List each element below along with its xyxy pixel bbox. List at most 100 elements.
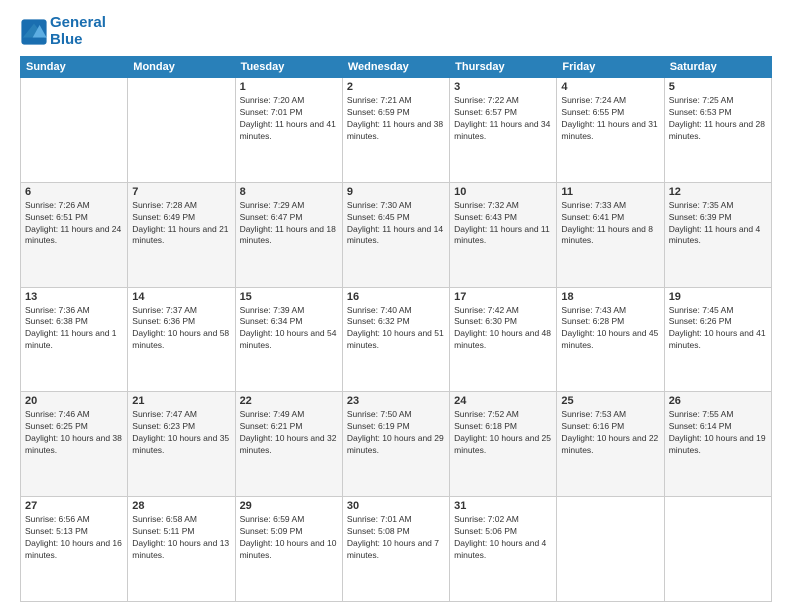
calendar-cell: 28 Sunrise: 6:58 AM Sunset: 5:11 PM Dayli… <box>128 497 235 602</box>
day-info: Sunrise: 7:45 AM Sunset: 6:26 PM Dayligh… <box>669 305 767 353</box>
calendar-cell: 30 Sunrise: 7:01 AM Sunset: 5:08 PM Dayli… <box>342 497 449 602</box>
day-info: Sunrise: 7:53 AM Sunset: 6:16 PM Dayligh… <box>561 409 659 457</box>
day-number: 11 <box>561 186 659 198</box>
day-info: Sunrise: 7:20 AM Sunset: 7:01 PM Dayligh… <box>240 95 338 143</box>
calendar-cell: 1 Sunrise: 7:20 AM Sunset: 7:01 PM Daylig… <box>235 78 342 183</box>
day-info: Sunrise: 7:21 AM Sunset: 6:59 PM Dayligh… <box>347 95 445 143</box>
calendar-header-saturday: Saturday <box>664 57 771 78</box>
day-info: Sunrise: 7:24 AM Sunset: 6:55 PM Dayligh… <box>561 95 659 143</box>
day-number: 8 <box>240 186 338 198</box>
calendar-cell: 3Sunrise: 7:22 AM Sunset: 6:57 PM Daylig… <box>450 78 557 183</box>
calendar-header-thursday: Thursday <box>450 57 557 78</box>
day-info: Sunrise: 6:58 AM Sunset: 5:11 PM Dayligh… <box>132 514 230 562</box>
day-number: 25 <box>561 395 659 407</box>
day-number: 21 <box>132 395 230 407</box>
calendar-cell: 16 Sunrise: 7:40 AM Sunset: 6:32 PM Dayli… <box>342 287 449 392</box>
page: General Blue SundayMondayTuesdayWednesda… <box>0 0 792 612</box>
calendar-week-5: 27 Sunrise: 6:56 AM Sunset: 5:13 PM Dayli… <box>21 497 772 602</box>
day-number: 5 <box>669 81 767 93</box>
calendar-cell: 24 Sunrise: 7:52 AM Sunset: 6:18 PM Dayli… <box>450 392 557 497</box>
day-info: Sunrise: 7:42 AM Sunset: 6:30 PM Dayligh… <box>454 305 552 353</box>
day-number: 14 <box>132 291 230 303</box>
calendar-header-wednesday: Wednesday <box>342 57 449 78</box>
day-info: Sunrise: 7:32 AM Sunset: 6:43 PM Dayligh… <box>454 200 552 248</box>
calendar-header-row: SundayMondayTuesdayWednesdayThursdayFrid… <box>21 57 772 78</box>
day-number: 2 <box>347 81 445 93</box>
day-number: 31 <box>454 500 552 512</box>
calendar-cell: 2 Sunrise: 7:21 AM Sunset: 6:59 PM Daylig… <box>342 78 449 183</box>
day-info: Sunrise: 7:39 AM Sunset: 6:34 PM Dayligh… <box>240 305 338 353</box>
day-number: 30 <box>347 500 445 512</box>
calendar-cell: 19 Sunrise: 7:45 AM Sunset: 6:26 PM Dayli… <box>664 287 771 392</box>
day-info: Sunrise: 7:37 AM Sunset: 6:36 PM Dayligh… <box>132 305 230 353</box>
day-number: 16 <box>347 291 445 303</box>
day-number: 3 <box>454 81 552 93</box>
calendar-cell: 29Sunrise: 6:59 AM Sunset: 5:09 PM Dayli… <box>235 497 342 602</box>
calendar-header-sunday: Sunday <box>21 57 128 78</box>
calendar-cell: 10 Sunrise: 7:32 AM Sunset: 6:43 PM Dayli… <box>450 182 557 287</box>
calendar-header-monday: Monday <box>128 57 235 78</box>
calendar-cell: 15 Sunrise: 7:39 AM Sunset: 6:34 PM Dayli… <box>235 287 342 392</box>
calendar-cell <box>21 78 128 183</box>
calendar-week-2: 6Sunrise: 7:26 AM Sunset: 6:51 PM Daylig… <box>21 182 772 287</box>
day-info: Sunrise: 7:55 AM Sunset: 6:14 PM Dayligh… <box>669 409 767 457</box>
calendar-cell: 27 Sunrise: 6:56 AM Sunset: 5:13 PM Dayli… <box>21 497 128 602</box>
day-number: 6 <box>25 186 123 198</box>
day-info: Sunrise: 7:02 AM Sunset: 5:06 PM Dayligh… <box>454 514 552 562</box>
calendar-cell: 12Sunrise: 7:35 AM Sunset: 6:39 PM Dayli… <box>664 182 771 287</box>
day-info: Sunrise: 6:56 AM Sunset: 5:13 PM Dayligh… <box>25 514 123 562</box>
header: General Blue <box>20 15 772 48</box>
day-number: 4 <box>561 81 659 93</box>
calendar-cell: 13 Sunrise: 7:36 AM Sunset: 6:38 PM Dayli… <box>21 287 128 392</box>
calendar-cell <box>664 497 771 602</box>
calendar-header-tuesday: Tuesday <box>235 57 342 78</box>
calendar-cell: 9Sunrise: 7:30 AM Sunset: 6:45 PM Daylig… <box>342 182 449 287</box>
calendar-cell <box>557 497 664 602</box>
calendar-cell: 21 Sunrise: 7:47 AM Sunset: 6:23 PM Dayli… <box>128 392 235 497</box>
calendar-cell: 4 Sunrise: 7:24 AM Sunset: 6:55 PM Daylig… <box>557 78 664 183</box>
day-info: Sunrise: 7:25 AM Sunset: 6:53 PM Dayligh… <box>669 95 767 143</box>
calendar-cell: 11 Sunrise: 7:33 AM Sunset: 6:41 PM Dayli… <box>557 182 664 287</box>
calendar-cell: 26 Sunrise: 7:55 AM Sunset: 6:14 PM Dayli… <box>664 392 771 497</box>
day-number: 24 <box>454 395 552 407</box>
calendar-cell: 5 Sunrise: 7:25 AM Sunset: 6:53 PM Daylig… <box>664 78 771 183</box>
day-info: Sunrise: 6:59 AM Sunset: 5:09 PM Dayligh… <box>240 514 338 562</box>
day-info: Sunrise: 7:50 AM Sunset: 6:19 PM Dayligh… <box>347 409 445 457</box>
day-number: 23 <box>347 395 445 407</box>
day-info: Sunrise: 7:28 AM Sunset: 6:49 PM Dayligh… <box>132 200 230 248</box>
calendar-week-3: 13 Sunrise: 7:36 AM Sunset: 6:38 PM Dayli… <box>21 287 772 392</box>
day-number: 10 <box>454 186 552 198</box>
day-info: Sunrise: 7:33 AM Sunset: 6:41 PM Dayligh… <box>561 200 659 248</box>
calendar-header-friday: Friday <box>557 57 664 78</box>
logo: General Blue <box>20 15 106 48</box>
calendar-table: SundayMondayTuesdayWednesdayThursdayFrid… <box>20 56 772 602</box>
day-number: 15 <box>240 291 338 303</box>
day-info: Sunrise: 7:01 AM Sunset: 5:08 PM Dayligh… <box>347 514 445 562</box>
calendar-cell: 14 Sunrise: 7:37 AM Sunset: 6:36 PM Dayli… <box>128 287 235 392</box>
day-number: 26 <box>669 395 767 407</box>
day-number: 28 <box>132 500 230 512</box>
day-number: 9 <box>347 186 445 198</box>
day-info: Sunrise: 7:49 AM Sunset: 6:21 PM Dayligh… <box>240 409 338 457</box>
day-number: 18 <box>561 291 659 303</box>
day-number: 13 <box>25 291 123 303</box>
day-info: Sunrise: 7:47 AM Sunset: 6:23 PM Dayligh… <box>132 409 230 457</box>
calendar-cell: 17 Sunrise: 7:42 AM Sunset: 6:30 PM Dayli… <box>450 287 557 392</box>
day-info: Sunrise: 7:43 AM Sunset: 6:28 PM Dayligh… <box>561 305 659 353</box>
calendar-cell: 6Sunrise: 7:26 AM Sunset: 6:51 PM Daylig… <box>21 182 128 287</box>
day-info: Sunrise: 7:40 AM Sunset: 6:32 PM Dayligh… <box>347 305 445 353</box>
day-number: 17 <box>454 291 552 303</box>
calendar-cell: 22 Sunrise: 7:49 AM Sunset: 6:21 PM Dayli… <box>235 392 342 497</box>
logo-icon <box>20 18 48 46</box>
day-info: Sunrise: 7:52 AM Sunset: 6:18 PM Dayligh… <box>454 409 552 457</box>
day-info: Sunrise: 7:46 AM Sunset: 6:25 PM Dayligh… <box>25 409 123 457</box>
day-number: 1 <box>240 81 338 93</box>
calendar-cell: 23 Sunrise: 7:50 AM Sunset: 6:19 PM Dayli… <box>342 392 449 497</box>
calendar-cell: 20Sunrise: 7:46 AM Sunset: 6:25 PM Dayli… <box>21 392 128 497</box>
calendar-cell: 8Sunrise: 7:29 AM Sunset: 6:47 PM Daylig… <box>235 182 342 287</box>
day-info: Sunrise: 7:36 AM Sunset: 6:38 PM Dayligh… <box>25 305 123 353</box>
day-number: 22 <box>240 395 338 407</box>
day-number: 19 <box>669 291 767 303</box>
calendar-cell: 18 Sunrise: 7:43 AM Sunset: 6:28 PM Dayli… <box>557 287 664 392</box>
day-number: 27 <box>25 500 123 512</box>
